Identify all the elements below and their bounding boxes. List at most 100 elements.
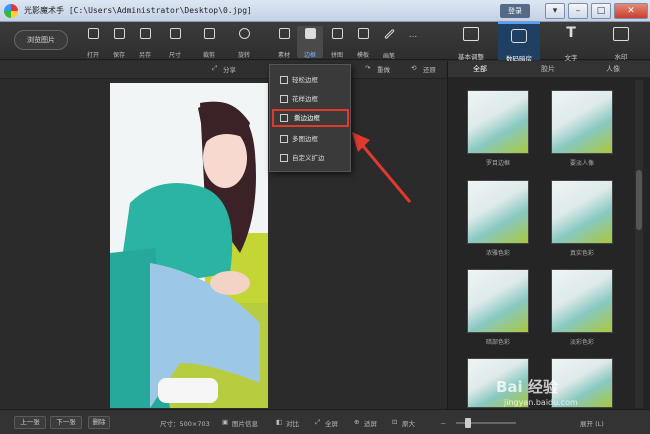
border-icon bbox=[304, 28, 316, 39]
photo-girl-illustration bbox=[110, 83, 268, 408]
compare-icon: ◧ bbox=[276, 418, 283, 426]
menu-item-custom-expand[interactable]: 自定义扩边 bbox=[272, 149, 349, 167]
effect-label: 暗部色彩 bbox=[485, 339, 510, 346]
template-button[interactable]: 模板 bbox=[350, 26, 376, 59]
share-button[interactable]: 分享 bbox=[223, 64, 236, 74]
material-icon bbox=[278, 28, 290, 39]
delete-button[interactable]: 删除 bbox=[88, 416, 110, 429]
effect-label: 浓雅色彩 bbox=[485, 250, 510, 257]
crop-button[interactable]: 裁剪 bbox=[196, 26, 222, 59]
border-button[interactable]: 边框 bbox=[297, 26, 323, 59]
baidu-jingyan-watermark: Bai 经验 jingyan.baidu.com bbox=[496, 376, 626, 412]
resize-button[interactable]: 尺寸 bbox=[162, 26, 188, 59]
watermark-icon bbox=[613, 27, 629, 41]
share-icon: ⤢ bbox=[212, 64, 218, 72]
collage-icon bbox=[331, 28, 343, 39]
resize-icon bbox=[169, 28, 181, 39]
next-image-button[interactable]: 下一张 bbox=[50, 416, 82, 429]
tab-watermark[interactable]: 水印 bbox=[600, 22, 642, 61]
menu-dropdown-button[interactable]: ▾ bbox=[545, 3, 565, 19]
minimize-button[interactable]: – bbox=[568, 3, 588, 19]
material-button[interactable]: 素材 bbox=[271, 26, 297, 59]
zoom-slider-knob[interactable] bbox=[465, 418, 471, 428]
crop-icon bbox=[203, 28, 215, 39]
rotate-button[interactable]: 旋转 bbox=[231, 26, 257, 59]
info-icon: ▣ bbox=[222, 418, 229, 426]
brush-button[interactable]: 画笔 bbox=[376, 26, 402, 60]
status-bar: 上一张 下一张 删除 尺寸：500×703 ▣ 图片信息 ◧ 对比 ⤢ 全屏 ⊕… bbox=[0, 409, 650, 434]
collage-button[interactable]: 拼图 bbox=[324, 26, 350, 59]
effect-thumbnail[interactable] bbox=[551, 269, 613, 333]
effect-thumbnail[interactable] bbox=[551, 90, 613, 154]
menu-item-fancy-border[interactable]: 花样边框 bbox=[272, 90, 349, 108]
fit-screen-icon: ⊕ bbox=[354, 418, 360, 426]
expand-panel-button[interactable]: 展开 (L) bbox=[580, 418, 604, 428]
menu-item-torn-edge-border[interactable]: 撕边边框 bbox=[272, 109, 349, 127]
watermark-url: jingyan.baidu.com bbox=[504, 398, 578, 407]
photo-preview bbox=[110, 83, 268, 408]
effect-label: 真实色彩 bbox=[569, 250, 594, 257]
red-arrow-annotation bbox=[352, 132, 412, 203]
zoom-out-icon[interactable]: － bbox=[440, 418, 447, 428]
adjust-icon bbox=[463, 27, 479, 41]
maximize-button[interactable]: □ bbox=[591, 3, 611, 19]
image-size-text: 尺寸：500×703 bbox=[160, 420, 210, 428]
open-button[interactable]: 打开 bbox=[80, 26, 106, 59]
template-icon bbox=[357, 28, 369, 39]
fancy-border-icon bbox=[280, 95, 288, 103]
compare-button[interactable]: 对比 bbox=[286, 418, 299, 428]
menu-item-multi-image-border[interactable]: 多图边框 bbox=[272, 130, 349, 148]
easy-border-icon bbox=[280, 76, 288, 84]
more-tools-button[interactable]: ... bbox=[400, 26, 426, 58]
effect-thumbnail[interactable] bbox=[467, 90, 529, 154]
more-icon: ... bbox=[408, 30, 418, 40]
close-button[interactable]: ✕ bbox=[614, 3, 648, 19]
restore-button[interactable]: 还原 bbox=[423, 64, 436, 74]
title-bar: 光影魔术手 [C:\Users\Administrator\Desktop\0.… bbox=[0, 0, 650, 22]
app-logo-icon bbox=[4, 4, 18, 18]
effect-label: 罗目边框 bbox=[485, 160, 510, 167]
login-button[interactable]: 登录 bbox=[500, 4, 530, 18]
image-info-button[interactable]: 图片信息 bbox=[232, 418, 258, 428]
redo-icon: ↷ bbox=[365, 64, 371, 72]
effect-label: 要淡人像 bbox=[569, 160, 594, 167]
save-icon bbox=[113, 28, 125, 39]
camera-icon bbox=[511, 29, 527, 43]
torn-edge-border-icon bbox=[280, 114, 288, 122]
fit-screen-button[interactable]: 适屏 bbox=[364, 418, 377, 428]
watermark-logo: Bai 经验 bbox=[496, 378, 558, 396]
effect-thumbnail[interactable] bbox=[551, 180, 613, 244]
scrollbar-thumb[interactable] bbox=[636, 170, 642, 230]
window-title: 光影魔术手 [C:\Users\Administrator\Desktop\0.… bbox=[24, 6, 252, 15]
text-icon: T bbox=[566, 25, 576, 41]
fullscreen-icon: ⤢ bbox=[315, 418, 321, 426]
effect-thumbnail[interactable] bbox=[467, 180, 529, 244]
custom-expand-icon bbox=[280, 154, 288, 162]
rotate-icon bbox=[238, 28, 250, 39]
save-as-button[interactable]: 另存 bbox=[132, 26, 158, 59]
save-as-icon bbox=[139, 28, 151, 39]
tab-portrait[interactable]: 人像 bbox=[606, 64, 620, 74]
tab-film[interactable]: 胶片 bbox=[541, 64, 555, 74]
effect-thumbnail[interactable] bbox=[467, 269, 529, 333]
tab-text[interactable]: T 文字 bbox=[550, 22, 592, 62]
border-dropdown-menu: 轻松边框 花样边框 撕边边框 多图边框 自定义扩边 bbox=[269, 64, 351, 172]
tab-all[interactable]: 全部 bbox=[473, 64, 487, 74]
tab-digital-darkroom[interactable]: 数码暗房 bbox=[498, 22, 540, 63]
menu-item-easy-border[interactable]: 轻松边框 bbox=[272, 71, 349, 89]
prev-image-button[interactable]: 上一张 bbox=[14, 416, 46, 429]
restore-icon: ⟲ bbox=[411, 64, 417, 72]
tab-basic-adjust[interactable]: 基本调整 bbox=[450, 22, 492, 61]
sub-toolbar: ⤢ 分享 ↷ 重做 ⟲ 还原 bbox=[0, 61, 446, 79]
redo-button[interactable]: 重做 bbox=[377, 64, 390, 74]
effect-label: 淡彩色彩 bbox=[569, 339, 594, 346]
effects-tabs: 全部 胶片 人像 bbox=[448, 61, 650, 77]
actual-size-icon: ⊡ bbox=[392, 418, 398, 426]
brush-icon bbox=[383, 28, 395, 40]
save-button[interactable]: 保存 bbox=[106, 26, 132, 59]
fullscreen-button[interactable]: 全屏 bbox=[325, 418, 338, 428]
effects-scrollbar[interactable] bbox=[635, 80, 643, 408]
actual-size-button[interactable]: 原大 bbox=[402, 418, 415, 428]
browse-images-button[interactable]: 浏览图片 bbox=[14, 30, 68, 50]
open-icon bbox=[87, 28, 99, 39]
